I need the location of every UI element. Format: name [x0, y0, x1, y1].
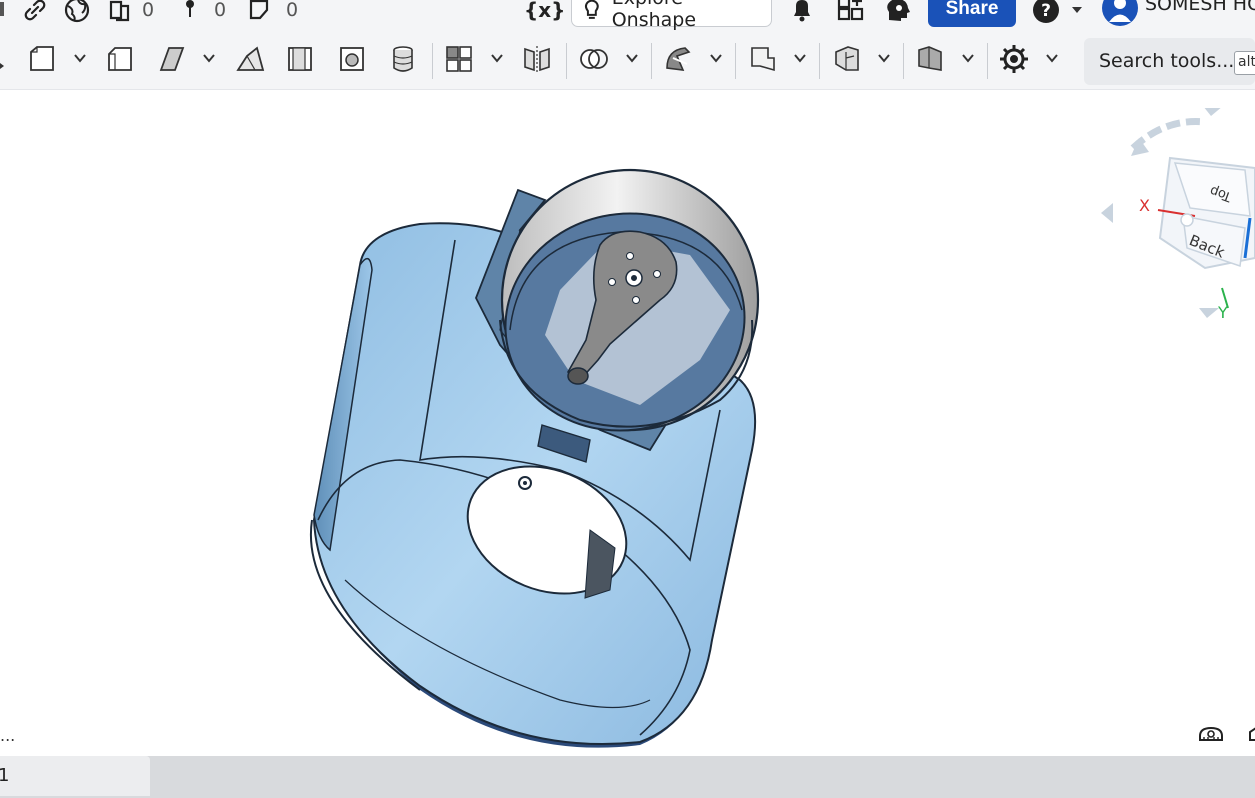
sketch-chevron-down-icon[interactable] [73, 52, 87, 64]
avatar[interactable] [1101, 0, 1139, 26]
horn-center-dot [631, 275, 637, 281]
comments-count: 0 [214, 0, 227, 21]
sheet-metal-chevron-down-icon[interactable] [877, 52, 891, 64]
x-axis-label: X [1139, 196, 1150, 215]
toolbar-overflow-chevron-icon[interactable] [0, 56, 6, 75]
feature-toolbar: Search tools... alt [0, 30, 1255, 90]
horn-bottom-knob [567, 367, 589, 385]
lightbulb-icon [584, 0, 599, 19]
y-axis-label: Y [1217, 303, 1228, 322]
boolean-tool-icon[interactable] [578, 43, 610, 75]
explore-onshape-button[interactable]: Explore Onshape [571, 0, 772, 31]
custom-features-gear-icon[interactable] [998, 43, 1030, 75]
link-icon[interactable] [22, 0, 48, 26]
explore-onshape-label: Explore Onshape [611, 0, 697, 31]
sheet-metal-tool-icon[interactable] [831, 43, 863, 75]
toolbar-separator [819, 43, 820, 79]
toolbar-separator [651, 43, 652, 79]
status-ellipsis: ... [0, 726, 16, 745]
measure-tool-icon[interactable] [1198, 724, 1224, 748]
pattern-tool-icon[interactable] [443, 43, 475, 75]
display-mode-icon[interactable] [1246, 724, 1255, 748]
rotate-up-arrow-icon[interactable] [1203, 108, 1223, 116]
rotate-down-triangle-icon[interactable] [1199, 308, 1219, 318]
search-tools-box[interactable]: Search tools... alt [1084, 38, 1255, 85]
shell-tool-icon[interactable] [336, 43, 368, 75]
left-edge-fragment [0, 2, 4, 16]
horn-hole [626, 252, 634, 260]
plane-chevron-down-icon[interactable] [793, 52, 807, 64]
custom-features-chevron-down-icon[interactable] [1045, 52, 1059, 64]
learning-center-icon[interactable] [884, 0, 912, 26]
tab-label: 1 [0, 765, 10, 786]
revolve-tool-icon[interactable] [156, 43, 188, 75]
rotate-left-triangle-icon[interactable] [1101, 203, 1113, 223]
pattern-chevron-down-icon[interactable] [490, 52, 504, 64]
toolbar-separator [432, 43, 433, 79]
boolean-chevron-down-icon[interactable] [625, 52, 639, 64]
toolbar-separator [735, 43, 736, 79]
surface-tool-icon[interactable] [914, 43, 946, 75]
toolbar-separator [987, 43, 988, 79]
user-name[interactable]: SOMESH HO [1145, 0, 1255, 15]
hole-tool-icon[interactable] [387, 43, 419, 75]
view-cube[interactable]: Top Back X Y [1095, 108, 1255, 338]
svg-text:?: ? [1041, 1, 1051, 21]
search-shortcut-key: alt [1234, 51, 1255, 75]
view-cube-rotate-arc[interactable] [1130, 118, 1206, 151]
extrude-tool-icon[interactable] [104, 43, 136, 75]
versions-indicator[interactable]: 0 [106, 0, 154, 26]
fillet-tool-icon[interactable] [284, 43, 316, 75]
share-button[interactable]: Share [928, 0, 1016, 27]
revolve-chevron-down-icon[interactable] [202, 52, 216, 64]
branches-count: 0 [286, 0, 299, 21]
variables-button[interactable]: {x} [524, 0, 565, 26]
view-cube-home-icon[interactable] [1180, 213, 1194, 227]
onshape-app: 0 0 0 {x} Explore Onshape Share ? [0, 0, 1255, 798]
horn-hole [653, 270, 661, 278]
horn-hole [608, 278, 616, 286]
split-chevron-down-icon[interactable] [709, 52, 723, 64]
bell-icon[interactable] [789, 0, 815, 26]
split-tool-icon[interactable] [662, 43, 694, 75]
tab-part-studio[interactable]: 1 [0, 756, 150, 796]
versions-icon [109, 0, 130, 22]
app-store-icon[interactable] [836, 0, 866, 26]
plane-tool-icon[interactable] [747, 43, 779, 75]
top-header-bar: 0 0 0 {x} Explore Onshape Share ? [0, 0, 1255, 31]
surface-chevron-down-icon[interactable] [961, 52, 975, 64]
mirror-tool-icon[interactable] [521, 43, 553, 75]
help-menu-chevron-down-icon[interactable] [1069, 0, 1085, 26]
tab-bar: 1 [0, 756, 1255, 798]
toolbar-separator [566, 43, 567, 79]
help-icon[interactable]: ? [1031, 0, 1061, 26]
toolbar-separator [903, 43, 904, 79]
globe-icon[interactable] [62, 0, 92, 26]
cad-model[interactable] [0, 90, 1255, 756]
search-tools-placeholder: Search tools... [1099, 50, 1235, 72]
branches-indicator[interactable]: 0 [246, 0, 298, 26]
small-screw-center [523, 481, 527, 485]
horn-hole [632, 296, 640, 304]
page-icon [249, 0, 269, 20]
versions-count: 0 [142, 0, 155, 21]
graphics-viewport[interactable]: Top Back X Y ... [0, 90, 1255, 756]
comments-indicator[interactable]: 0 [180, 0, 226, 26]
pin-icon [186, 0, 194, 17]
sweep-tool-icon[interactable] [234, 43, 266, 75]
sketch-tool-icon[interactable] [26, 43, 58, 75]
